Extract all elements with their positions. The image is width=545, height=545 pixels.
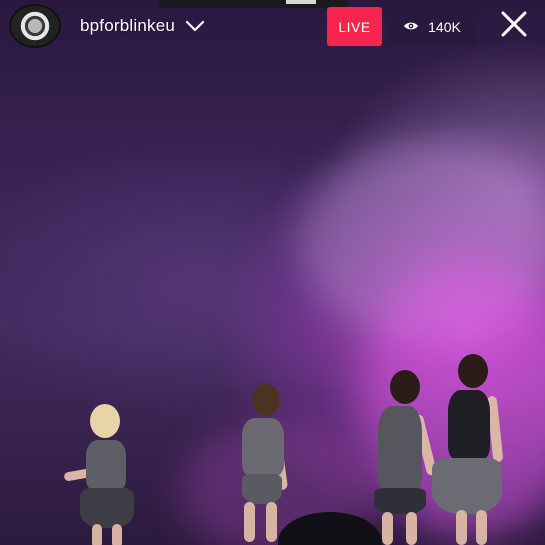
live-badge: LIVE — [327, 7, 382, 46]
notch-indicator — [286, 0, 316, 4]
account-switcher[interactable]: bpforblinkeu — [80, 16, 205, 36]
performer-4 — [430, 350, 520, 545]
close-icon — [500, 10, 528, 43]
live-label: LIVE — [338, 18, 371, 35]
top-notch-bar — [158, 0, 348, 8]
live-video-stage: bpforblinkeu LIVE 140K — [0, 0, 545, 545]
eye-icon — [403, 19, 419, 35]
viewer-count: 140K — [428, 18, 461, 35]
chevron-down-icon[interactable] — [185, 20, 205, 32]
viewer-count-badge[interactable]: 140K — [388, 7, 476, 46]
profile-avatar[interactable] — [9, 4, 61, 48]
username-label[interactable]: bpforblinkeu — [80, 16, 175, 36]
close-button[interactable] — [494, 6, 534, 46]
performer-1 — [60, 400, 150, 545]
